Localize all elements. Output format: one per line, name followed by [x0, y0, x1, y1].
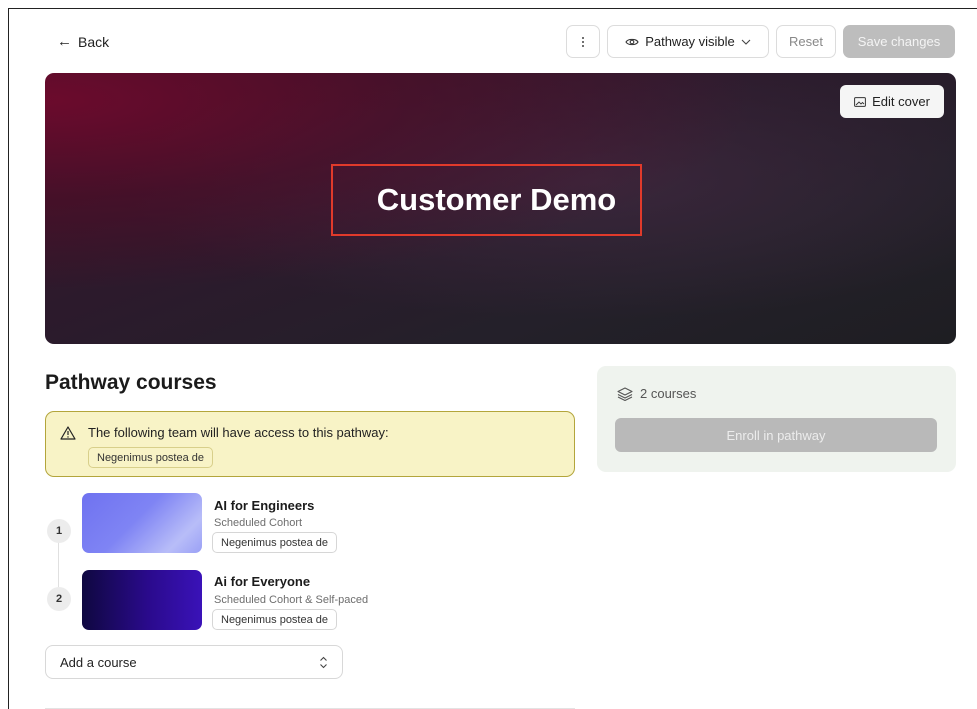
add-course-label: Add a course [60, 654, 137, 670]
course-count: 2 courses [617, 386, 696, 401]
course-team-chip: Negenimus postea de [212, 609, 338, 630]
course-type: Scheduled Cohort [214, 517, 303, 529]
reset-button[interactable]: Reset [776, 25, 836, 58]
eye-icon [625, 37, 639, 47]
more-options-button[interactable] [566, 25, 600, 58]
step-number: 2 [47, 587, 71, 611]
visibility-dropdown[interactable]: Pathway visible [607, 25, 769, 58]
edit-cover-label: Edit cover [872, 94, 930, 109]
cover-banner: Edit cover Customer Demo [45, 73, 956, 344]
course-thumbnail[interactable] [82, 493, 202, 553]
image-icon [854, 96, 866, 107]
back-button[interactable]: ← Back [57, 33, 109, 50]
step-number: 1 [47, 519, 71, 543]
edit-cover-button[interactable]: Edit cover [840, 85, 944, 118]
add-course-select[interactable]: Add a course [45, 645, 343, 679]
course-title[interactable]: Ai for Everyone [214, 574, 310, 589]
save-changes-button[interactable]: Save changes [843, 25, 955, 58]
chevron-updown-icon [319, 656, 328, 669]
course-type: Scheduled Cohort & Self-paced [214, 594, 369, 606]
section-title: Pathway courses [45, 371, 217, 394]
back-label: Back [78, 33, 110, 50]
chevron-down-icon [741, 39, 751, 45]
course-thumbnail[interactable] [82, 570, 202, 630]
top-bar: ← Back Pathway visible Reset Save change… [9, 9, 977, 73]
enroll-button[interactable]: Enroll in pathway [615, 418, 937, 452]
layers-icon [617, 386, 633, 401]
visibility-label: Pathway visible [645, 34, 735, 49]
pathway-title[interactable]: Customer Demo [331, 164, 642, 236]
warning-icon [60, 426, 76, 440]
arrow-left-icon: ← [57, 33, 72, 50]
team-access-notice: The following team will have access to t… [45, 411, 575, 477]
more-vertical-icon [582, 36, 584, 47]
app-frame: ← Back Pathway visible Reset Save change… [8, 8, 977, 709]
course-team-chip: Negenimus postea de [212, 532, 338, 553]
course-count-label: 2 courses [640, 386, 697, 401]
course-title[interactable]: AI for Engineers [214, 498, 314, 513]
enroll-card: 2 courses Enroll in pathway [597, 366, 956, 472]
team-chip: Negenimus postea de [88, 447, 214, 468]
notice-text: The following team will have access to t… [88, 425, 389, 440]
